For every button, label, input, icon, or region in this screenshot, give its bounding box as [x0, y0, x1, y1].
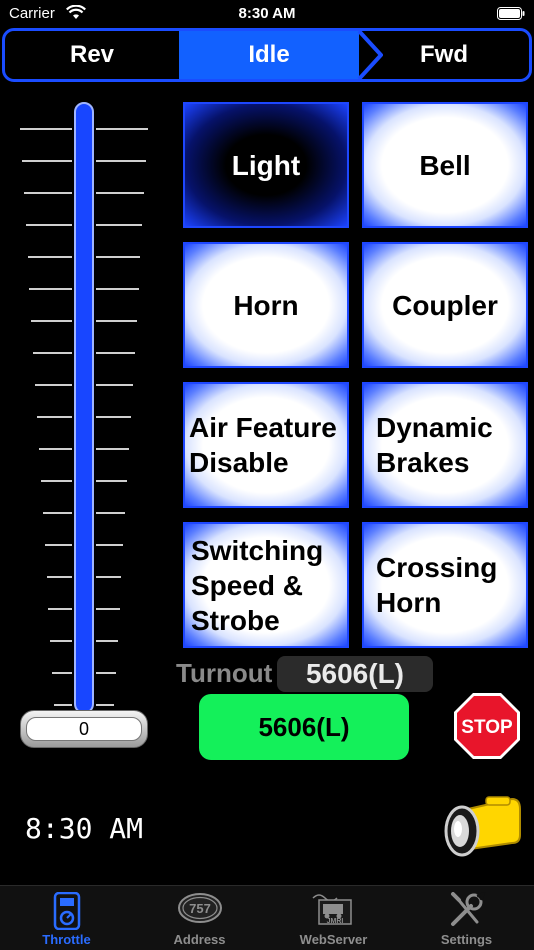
throttle-tick	[96, 512, 126, 514]
throttle-tick	[25, 224, 72, 226]
throttle-tick	[21, 160, 72, 162]
throttle-tick	[96, 128, 148, 130]
function-dynamic-brakes-line1: Dynamic	[376, 412, 493, 443]
speed-value: 0	[26, 717, 142, 741]
throttle-tick	[96, 288, 139, 290]
throttle-tick	[27, 256, 72, 258]
throttle-tick	[29, 288, 72, 290]
throttle-tick	[37, 416, 72, 418]
throttle-tick	[50, 640, 72, 642]
function-switching-line3: Strobe	[191, 604, 280, 636]
throttle-tick	[40, 480, 72, 482]
function-coupler-label: Coupler	[392, 289, 498, 321]
direction-idle-button[interactable]: Idle	[179, 31, 359, 79]
function-crossing-horn-button[interactable]: Crossing Horn	[362, 522, 528, 648]
address-badge-text: 757	[189, 901, 211, 916]
throttle-tick	[96, 352, 135, 354]
throttle-tick	[96, 576, 122, 578]
function-switching-line1: Switching	[191, 534, 324, 566]
function-switching-line2: Speed &	[191, 569, 304, 601]
throttle-tick	[38, 448, 72, 450]
throttle-tick	[96, 608, 120, 610]
function-air-feature-line1: Air Feature	[189, 412, 337, 443]
throttle-tick	[96, 704, 114, 706]
throttle-tick	[96, 320, 137, 322]
direction-rev-button[interactable]: Rev	[5, 31, 179, 79]
wrench-screwdriver-icon	[400, 892, 533, 928]
direction-fwd-button[interactable]: Fwd	[359, 31, 529, 79]
address-button[interactable]: 5606(L)	[199, 694, 409, 760]
turnout-label: Turnout	[176, 658, 273, 688]
throttle-tick	[96, 416, 131, 418]
function-air-feature-disable-button[interactable]: Air Feature Disable	[183, 382, 349, 508]
throttle-tick	[48, 608, 72, 610]
function-coupler-button[interactable]: Coupler	[362, 242, 528, 368]
throttle-tick	[31, 320, 72, 322]
stop-button[interactable]: STOP	[453, 692, 521, 765]
function-dynamic-brakes-line2: Brakes	[376, 447, 470, 478]
turnout-input[interactable]: 5606(L)	[277, 656, 433, 692]
stop-label: STOP	[461, 717, 513, 738]
speed-display: 0	[20, 710, 148, 748]
throttle-tick	[96, 640, 118, 642]
throttle-tick	[96, 256, 141, 258]
throttle-slider[interactable]	[10, 98, 160, 738]
tab-settings-label: Settings	[440, 932, 493, 947]
throttle-tick	[96, 544, 124, 546]
throttle-tick	[46, 576, 72, 578]
tab-throttle[interactable]: Throttle	[0, 886, 133, 950]
battery-icon	[497, 7, 525, 25]
jmri-badge-text: JMRI	[326, 918, 343, 925]
throttle-tick	[52, 672, 72, 674]
function-light-button[interactable]: Light	[183, 102, 349, 228]
function-crossing-horn-line1: Crossing	[376, 552, 498, 583]
throttle-tick	[96, 672, 116, 674]
function-horn-label: Horn	[233, 289, 299, 321]
throttle-tick	[23, 192, 72, 194]
throttle-track[interactable]	[74, 102, 94, 714]
function-switching-speed-strobe-button[interactable]: Switching Speed & Strobe	[183, 522, 349, 648]
tab-bar: Throttle 757 Address JMRI WebServer Sett…	[0, 885, 534, 950]
throttle-tick	[20, 128, 72, 130]
address-757-icon: 757	[133, 892, 266, 924]
function-dynamic-brakes-button[interactable]: Dynamic Brakes	[362, 382, 528, 508]
throttle-icon	[0, 892, 133, 930]
tab-address[interactable]: 757 Address	[133, 886, 266, 950]
throttle-tick	[42, 512, 72, 514]
tab-address-label: Address	[173, 932, 226, 947]
status-bar: Carrier 8:30 AM	[0, 0, 534, 28]
tab-webserver-label: WebServer	[299, 932, 368, 947]
throttle-tick	[96, 160, 147, 162]
tab-webserver[interactable]: JMRI WebServer	[267, 886, 400, 950]
function-crossing-horn-line2: Horn	[376, 587, 442, 618]
direction-control: Rev Idle Fwd	[2, 28, 532, 82]
tab-throttle-label: Throttle	[42, 932, 91, 947]
throttle-tick	[96, 384, 133, 386]
jmri-webserver-icon: JMRI	[267, 892, 400, 926]
throttle-tick	[33, 352, 72, 354]
tab-settings[interactable]: Settings	[400, 886, 533, 950]
stop-sign-icon: STOP	[454, 693, 520, 759]
throttle-tick	[44, 544, 72, 546]
throttle-tick	[96, 480, 128, 482]
throttle-tick	[54, 704, 72, 706]
function-light-label: Light	[231, 149, 301, 181]
throttle-tick	[35, 384, 72, 386]
function-horn-button[interactable]: Horn	[183, 242, 349, 368]
function-bell-label: Bell	[419, 149, 471, 181]
throttle-tick	[96, 448, 130, 450]
status-time: 8:30 AM	[238, 5, 296, 22]
time-readout: 8:30 AM	[25, 812, 144, 845]
throttle-tick	[96, 192, 145, 194]
flashlight-icon[interactable]	[440, 795, 524, 868]
function-bell-button[interactable]: Bell	[362, 102, 528, 228]
throttle-tick	[96, 224, 143, 226]
function-air-feature-line2: Disable	[189, 447, 289, 478]
